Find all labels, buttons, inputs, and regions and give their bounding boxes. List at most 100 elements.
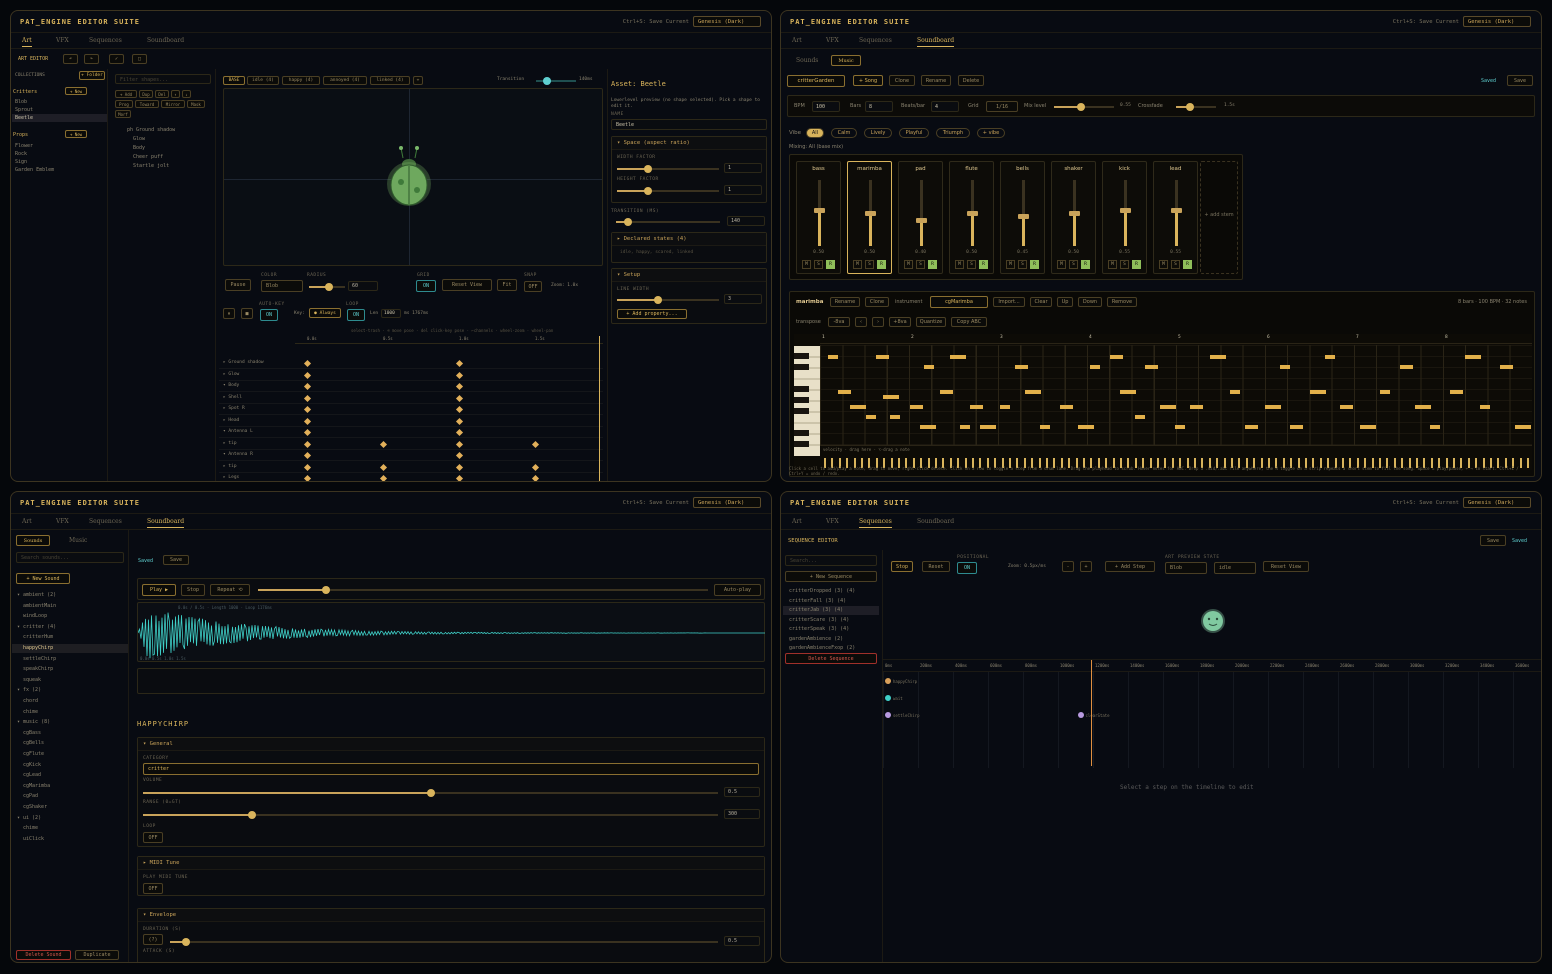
move-down-button[interactable]: Down <box>1078 297 1102 307</box>
keyframe[interactable] <box>303 417 312 425</box>
piano-note[interactable] <box>1015 365 1028 369</box>
keyframe[interactable] <box>303 359 312 368</box>
channel-solo-button[interactable]: S <box>1171 260 1180 269</box>
import-button[interactable]: Import... <box>993 297 1025 307</box>
keyframe[interactable] <box>531 463 540 471</box>
keyframe[interactable] <box>455 394 464 402</box>
keyframe[interactable] <box>379 474 388 481</box>
fit-button[interactable]: Fit <box>497 279 517 291</box>
piano-note[interactable] <box>1380 390 1390 394</box>
clone-song-button[interactable]: Clone <box>889 75 915 86</box>
move-up-button[interactable]: ↑ <box>171 90 180 98</box>
tab-sequences[interactable]: Sequences <box>89 518 122 525</box>
piano-note[interactable] <box>1090 365 1100 369</box>
keyframe[interactable] <box>455 451 464 460</box>
shape-item[interactable]: Flower <box>15 143 33 149</box>
keyframe[interactable] <box>455 463 464 471</box>
shape-item[interactable]: Garden Emblem <box>15 167 54 173</box>
tab-soundboard[interactable]: Soundboard <box>147 37 184 44</box>
sound-item[interactable]: squeak <box>23 677 41 683</box>
key-mode-select[interactable]: ● Always <box>309 308 341 318</box>
channel-mute-button[interactable]: M <box>802 260 811 269</box>
tab-vfx[interactable]: VFX <box>56 37 69 44</box>
preview-state-select[interactable]: idle <box>1214 562 1256 574</box>
sound-item[interactable]: cgFlute <box>23 751 44 757</box>
piano-note[interactable] <box>1280 365 1290 369</box>
state-annoyed[interactable]: annoyed (4) <box>323 76 367 85</box>
sound-category[interactable]: ▾ music (8) <box>17 719 50 725</box>
add-step-button[interactable]: + Add Step <box>1105 561 1155 572</box>
channel-solo-button[interactable]: S <box>1069 260 1078 269</box>
declared-states-header[interactable]: ▸ Declared states (4) <box>612 233 766 246</box>
check-button[interactable]: ✓ <box>109 54 124 64</box>
repeat-button[interactable]: Repeat ⟲ <box>210 584 250 596</box>
search-sounds-input[interactable]: Search sounds... <box>16 552 124 563</box>
search-sequences-input[interactable]: Search... <box>785 555 877 566</box>
grid-toggle[interactable]: ON <box>416 280 436 292</box>
channel-repeat-button[interactable]: R <box>877 260 886 269</box>
keyframe[interactable] <box>455 474 464 481</box>
timeline-track[interactable]: ▸ Glow <box>219 370 603 381</box>
channel-solo-button[interactable]: S <box>967 260 976 269</box>
piano-note[interactable] <box>883 395 899 399</box>
piano-note[interactable] <box>1500 365 1513 369</box>
duration-mode[interactable]: (?) <box>143 934 163 945</box>
keyframe[interactable] <box>303 394 312 402</box>
timeline-track[interactable]: ▾ Body <box>219 381 603 392</box>
fader-knob[interactable] <box>916 217 927 223</box>
rename-song-button[interactable]: Rename <box>921 75 951 86</box>
move-up-button[interactable]: Up <box>1057 297 1073 307</box>
clone-track-button[interactable]: Clone <box>865 297 889 307</box>
keyframe[interactable] <box>455 428 464 437</box>
piano-note[interactable] <box>876 355 889 359</box>
layer-item[interactable]: Startle jolt <box>133 163 169 169</box>
mirror-button[interactable]: Mirror <box>161 100 185 108</box>
channel-fader[interactable] <box>1022 180 1025 246</box>
piano-note[interactable] <box>1025 390 1041 394</box>
copy-abc-button[interactable]: Copy ABC <box>951 317 987 327</box>
filter-shapes-input[interactable]: Filter shapes... <box>115 74 211 84</box>
channel-mute-button[interactable]: M <box>1006 260 1015 269</box>
playhead[interactable] <box>1091 660 1092 766</box>
state-idle[interactable]: idle (4) <box>247 76 279 85</box>
subtab-music[interactable]: Music <box>831 55 861 66</box>
channel-solo-button[interactable]: S <box>1018 260 1027 269</box>
piano-note[interactable] <box>980 425 996 429</box>
line-width-slider[interactable] <box>617 296 719 304</box>
mixer-channel-kick[interactable]: kick 0.55 M S R <box>1102 161 1147 274</box>
layer-item[interactable]: Glow <box>133 136 145 142</box>
positional-toggle[interactable]: ON <box>957 562 977 574</box>
mixer-channel-shaker[interactable]: shaker 0.50 M S R <box>1051 161 1096 274</box>
piano-keys[interactable] <box>794 334 820 470</box>
toward-button[interactable]: Toward <box>135 100 159 108</box>
piano-note[interactable] <box>1325 355 1335 359</box>
vibe-calm[interactable]: Calm <box>831 128 857 138</box>
sound-item[interactable]: chime <box>23 709 38 715</box>
step-marker[interactable] <box>885 695 891 701</box>
theme-select[interactable]: Genesis (Dark) <box>1463 16 1531 27</box>
tab-art[interactable]: Art <box>22 37 32 47</box>
tab-art[interactable]: Art <box>792 518 802 525</box>
piano-note[interactable] <box>924 365 934 369</box>
keyframe[interactable] <box>303 382 312 391</box>
timeline-track[interactable]: ▸ tip <box>219 462 603 473</box>
transpose-down-octave[interactable]: -8va <box>828 317 850 327</box>
add-critter-button[interactable]: + New <box>65 87 87 95</box>
channel-solo-button[interactable]: S <box>814 260 823 269</box>
midi-tune-header[interactable]: ▸ MIDI Tune <box>138 857 764 870</box>
duration-input[interactable]: 0.5 <box>724 936 760 946</box>
bpm-input[interactable]: 100 <box>812 101 840 112</box>
timeline-track[interactable]: ▸ Legs <box>219 473 603 481</box>
clear-button[interactable]: Clear <box>1030 297 1052 307</box>
shape-item[interactable]: Rock <box>15 151 27 157</box>
space-section-header[interactable]: ▾ Space (aspect ratio) <box>612 137 766 150</box>
reset-button[interactable]: Reset <box>922 561 950 572</box>
sound-item[interactable]: settleChirp <box>23 656 56 662</box>
prog-button[interactable]: Prog <box>115 100 133 108</box>
channel-fader[interactable] <box>920 180 923 246</box>
waveform-view[interactable]: 0.0s / 0.5s · Length 1000 · Loop 1176ms … <box>137 602 765 662</box>
channel-solo-button[interactable]: S <box>865 260 874 269</box>
theme-select[interactable]: Genesis (Dark) <box>693 497 761 508</box>
piano-note[interactable] <box>960 425 970 429</box>
piano-note[interactable] <box>1210 355 1226 359</box>
